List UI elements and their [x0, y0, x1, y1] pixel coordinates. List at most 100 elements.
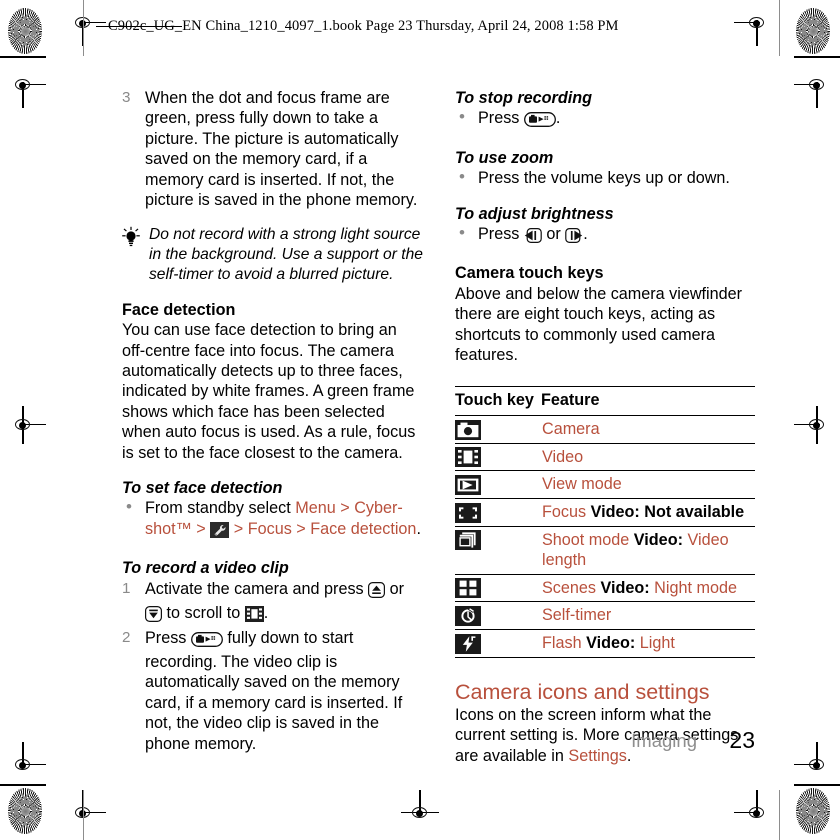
brightness-prefix: Press [478, 225, 524, 244]
stop-recording-suffix: . [555, 109, 561, 128]
bullet-marker: • [126, 497, 132, 517]
video-icon [455, 447, 481, 468]
column-header-feature: Feature [541, 386, 755, 416]
touch-key-cell [455, 629, 541, 658]
table-row: Flash Video: Light [455, 629, 755, 658]
menu-link[interactable]: Menu [295, 499, 336, 517]
feature-text: Self-timer [542, 606, 612, 625]
record-step-2-marker: 2 [122, 628, 131, 646]
heading-to-set-face-detection: To set face detection [122, 479, 283, 498]
feature-cell: Shoot mode Video: Video length [541, 526, 755, 575]
heading-to-adjust-brightness: To adjust brightness [455, 204, 614, 223]
step-3-text: When the dot and focus frame are green, … [145, 89, 418, 210]
heading-to-stop-recording: To stop recording [455, 89, 592, 107]
camera-icon [455, 419, 481, 440]
video-mode-icon [244, 606, 264, 627]
self-timer-icon [455, 606, 481, 626]
bullet-marker-brightness: • [459, 223, 465, 243]
table-body: Camera Video View mode Focus Video: Not … [455, 415, 755, 658]
nav-down-key-icon [145, 606, 163, 627]
heading-to-record-video-clip: To record a video clip [122, 559, 289, 578]
focus-icon [455, 502, 481, 523]
touch-key-cell [455, 601, 541, 630]
feature-text: Video [542, 447, 584, 466]
left-column: 3 When the dot and focus frame are green… [122, 88, 424, 754]
feature-text: Scenes [542, 578, 601, 597]
record-step-1-part1: Activate the camera and press [145, 579, 369, 598]
table-row: Focus Video: Not available [455, 498, 755, 527]
touch-key-cell [455, 415, 541, 444]
feature-cell: Flash Video: Light [541, 629, 755, 658]
bullet-marker-zoom: • [459, 167, 465, 187]
feature-video-label: Video: [590, 503, 640, 522]
touch-key-cell [455, 443, 541, 472]
separator-3: > [229, 519, 248, 538]
heading-face-detection: Face detection [122, 300, 236, 319]
feature-video-label: Video: [633, 530, 683, 549]
wrench-settings-icon [210, 521, 230, 543]
manual-page: 3 When the dot and focus frame are green… [0, 0, 840, 840]
heading-camera-icons-and-settings: Camera icons and settings [455, 679, 710, 704]
feature-text: Focus [542, 503, 591, 522]
separator-1: > [335, 499, 355, 518]
tip-text: Do not record with a strong light source… [149, 226, 423, 284]
heading-to-use-zoom: To use zoom [455, 148, 554, 167]
view-mode-icon [455, 475, 481, 496]
right-column: To stop recording • Press . To use zoom … [455, 88, 755, 766]
table-header-row: Touch key Feature [455, 386, 755, 416]
face-detection-body: You can use face detection to bring an o… [122, 321, 416, 462]
scenes-icon [455, 578, 481, 599]
step-prefix: From standby select [145, 499, 296, 518]
shoot-mode-icon [455, 530, 481, 551]
flash-icon [455, 633, 481, 654]
chapter-name: Imaging [631, 730, 697, 751]
touch-key-cell [455, 574, 541, 603]
to-set-face-detection-step: • From standby select Menu > Cyber-shot™… [122, 497, 424, 543]
record-step-2-part2: fully down to start recording. The video… [145, 628, 403, 753]
feature-video-label: Video: [600, 578, 650, 597]
record-step-2: 2 Press fully down to start recording. T… [122, 628, 424, 754]
feature-cell: Camera [541, 415, 755, 444]
separator-4: > [291, 519, 311, 538]
face-detection-link[interactable]: Face detection [310, 520, 416, 538]
table-row: Camera [455, 415, 755, 444]
nav-right-key-icon [565, 228, 583, 248]
feature-text: View mode [542, 475, 622, 494]
record-step-1: 1 Activate the camera and press or to sc… [122, 579, 424, 628]
bullet-marker-stop: • [459, 107, 465, 127]
feature-text: Camera [542, 419, 600, 438]
page-number: 23 [729, 727, 755, 753]
record-step-1-part4: . [263, 604, 269, 623]
column-header-touch-key: Touch key [455, 386, 541, 416]
table-row: Self-timer [455, 601, 755, 630]
touch-key-table: Touch key Feature Camera Video View mode… [455, 386, 755, 658]
stop-recording-prefix: Press [478, 109, 524, 128]
to-adjust-brightness-step: • Press or . [455, 223, 755, 248]
nav-up-key-icon [368, 581, 386, 603]
table-row: Shoot mode Video: Video length [455, 526, 755, 575]
feature-cell: Video [541, 443, 755, 472]
use-zoom-text: Press the volume keys up or down. [478, 169, 730, 188]
record-step-1-marker: 1 [122, 579, 131, 597]
step-3-marker: 3 [122, 89, 131, 106]
feature-text: Shoot mode [542, 530, 634, 549]
camera-shutter-key-icon [190, 631, 223, 652]
lightbulb-icon [118, 226, 144, 250]
tip-note: Do not record with a strong light source… [122, 225, 424, 284]
separator-2: > [191, 519, 211, 538]
to-use-zoom-step: • Press the volume keys up or down. [455, 167, 755, 188]
feature-cell: View mode [541, 470, 755, 500]
step-3: 3 When the dot and focus frame are green… [122, 88, 424, 210]
feature-video-label: Video: [586, 634, 636, 652]
record-step-2-part1: Press [145, 628, 191, 647]
brightness-middle: or [541, 225, 566, 244]
feature-cell: Focus Video: Not available [541, 498, 755, 527]
feature-video-value: Not available [639, 503, 745, 522]
brightness-suffix: . [583, 225, 588, 244]
touch-key-cell [455, 470, 541, 500]
feature-cell: Self-timer [541, 601, 755, 630]
step-period: . [416, 519, 421, 538]
focus-link[interactable]: Focus [248, 520, 292, 538]
record-step-1-part2: or [385, 579, 405, 598]
touch-key-cell [455, 526, 541, 575]
